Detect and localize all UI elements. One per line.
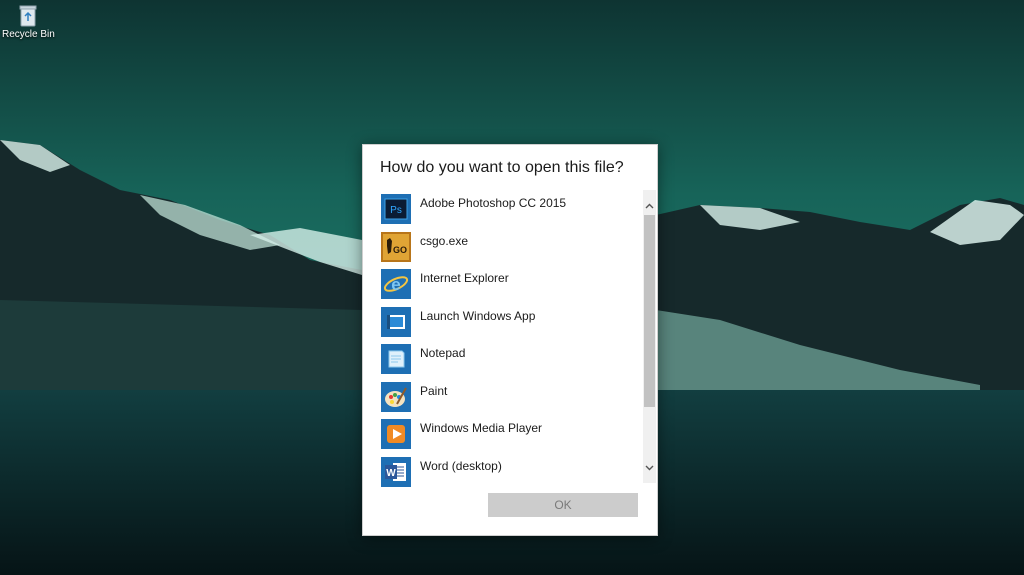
app-item-photoshop[interactable]: Ps Adobe Photoshop CC 2015 xyxy=(381,192,641,225)
notepad-icon xyxy=(381,344,411,374)
app-list-scrollbar[interactable] xyxy=(643,190,656,483)
app-list: Ps Adobe Photoshop CC 2015 GO csgo.exe e xyxy=(363,190,643,488)
app-item-internet-explorer[interactable]: e Internet Explorer xyxy=(381,267,641,300)
app-item-word[interactable]: W Word (desktop) xyxy=(381,455,641,488)
dialog-title: How do you want to open this file? xyxy=(380,159,624,176)
app-item-windows-media-player[interactable]: Windows Media Player xyxy=(381,417,641,450)
app-label: Word (desktop) xyxy=(420,459,502,473)
svg-text:e: e xyxy=(391,275,400,294)
open-with-dialog: How do you want to open this file? Ps Ad… xyxy=(362,144,658,536)
svg-text:W: W xyxy=(386,468,396,479)
desktop: Recycle Bin How do you want to open this… xyxy=(0,0,1024,575)
scroll-up-button[interactable] xyxy=(643,198,656,214)
chevron-up-icon xyxy=(645,203,654,209)
app-label: Internet Explorer xyxy=(420,271,509,285)
svg-text:Ps: Ps xyxy=(390,205,402,216)
internet-explorer-icon: e xyxy=(381,269,411,299)
photoshop-icon: Ps xyxy=(381,194,411,224)
app-item-notepad[interactable]: Notepad xyxy=(381,342,641,375)
app-label: Windows Media Player xyxy=(420,421,543,435)
chevron-down-icon xyxy=(645,465,654,471)
windows-app-icon xyxy=(381,307,411,337)
scroll-thumb[interactable] xyxy=(644,215,655,407)
paint-icon xyxy=(381,382,411,412)
app-item-paint[interactable]: Paint xyxy=(381,380,641,413)
app-item-csgo[interactable]: GO csgo.exe xyxy=(381,230,641,263)
scroll-down-button[interactable] xyxy=(643,460,656,476)
app-label: Notepad xyxy=(420,346,466,360)
ok-button[interactable]: OK xyxy=(488,493,638,517)
app-label: Launch Windows App xyxy=(420,309,536,323)
app-label: csgo.exe xyxy=(420,234,469,248)
app-item-launch-windows-app[interactable]: Launch Windows App xyxy=(381,305,641,338)
app-label: Adobe Photoshop CC 2015 xyxy=(420,196,567,210)
recycle-bin[interactable]: Recycle Bin xyxy=(2,4,55,48)
app-label: Paint xyxy=(420,384,448,398)
recycle-bin-icon xyxy=(19,5,37,27)
media-player-icon xyxy=(381,419,411,449)
csgo-icon: GO xyxy=(381,232,411,262)
word-icon: W xyxy=(381,457,411,487)
svg-text:GO: GO xyxy=(393,245,407,255)
recycle-bin-label: Recycle Bin xyxy=(2,29,55,40)
